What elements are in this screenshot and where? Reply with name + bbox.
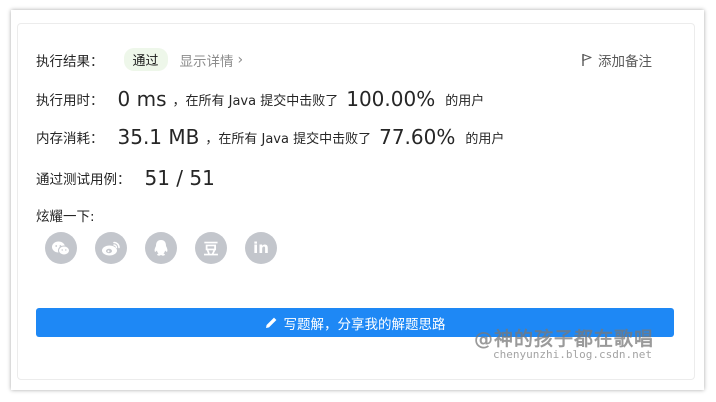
douban-icon[interactable]: 豆 [195,232,227,264]
testcases-row: 通过测试用例： 51 / 51 [36,166,215,190]
linkedin-icon[interactable]: in [245,232,277,264]
testcases-value: 51 / 51 [144,166,215,190]
pencil-icon [265,317,276,328]
memory-label: 内存消耗： [36,131,104,147]
add-note-button[interactable]: 添加备注 [581,50,652,70]
chevron-right-icon: › [237,51,244,68]
qq-icon[interactable] [145,232,177,264]
memory-row: 内存消耗： 35.1 MB ，在所有 Java 提交中击败了 77.60% 的用… [36,125,504,149]
wechat-icon[interactable] [45,232,77,264]
watermark-url: chenyunzhi.blog.csdn.net [493,348,652,361]
runtime-percent: 100.00% [346,87,436,111]
show-details-link[interactable]: 显示详情 › [180,50,244,70]
linkedin-glyph: in [253,239,269,257]
share-row: 炫耀一下: [36,205,95,225]
memory-percent: 77.60% [379,125,456,149]
share-label: 炫耀一下: [36,209,95,225]
result-label: 执行结果： [36,53,104,70]
result-row: 执行结果： 通过 显示详情 › [36,48,243,71]
watermark-author: @神的孩子都在歌唱 [474,328,655,350]
douban-glyph: 豆 [203,239,219,258]
share-icons: 豆 in [45,232,277,264]
runtime-suffix: 的用户 [445,93,485,109]
show-details-label: 显示详情 [179,53,234,70]
memory-suffix: 的用户 [465,131,505,147]
write-solution-label: 写题解，分享我的解题思路 [283,316,446,333]
add-note-label: 添加备注 [598,54,652,70]
runtime-row: 执行用时： 0 ms ，在所有 Java 提交中击败了 100.00% 的用户 [36,87,484,111]
runtime-label: 执行用时： [36,93,104,109]
memory-beat-text: ，在所有 Java 提交中击败了 [205,131,372,147]
status-badge: 通过 [123,48,168,71]
weibo-icon[interactable] [95,232,127,264]
runtime-beat-text: ，在所有 Java 提交中击败了 [172,93,339,109]
memory-value: 35.1 MB [117,125,200,149]
flag-icon [582,53,592,66]
runtime-value: 0 ms [117,87,167,111]
testcases-label: 通过测试用例： [36,172,131,188]
